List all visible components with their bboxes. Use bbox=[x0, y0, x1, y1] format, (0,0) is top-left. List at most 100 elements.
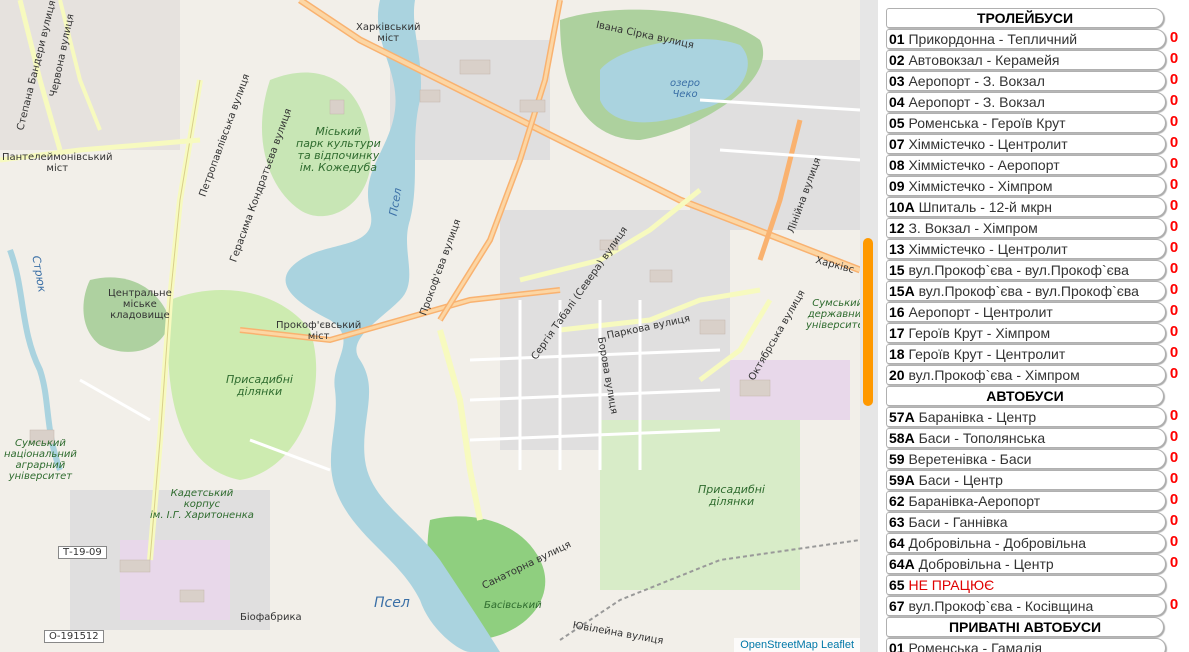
route-item[interactable]: 15 вул.Прокоф`єва - вул.Прокоф`єва bbox=[886, 260, 1166, 280]
vehicle-count: 0 bbox=[1169, 512, 1179, 529]
route-description: Добровільна - Центр bbox=[918, 556, 1054, 572]
route-number: 64 bbox=[889, 535, 905, 551]
route-number: 59 bbox=[889, 451, 905, 467]
route-description: Веретенівка - Баси bbox=[908, 451, 1032, 467]
route-item[interactable]: 09 Хіммістечко - Хімпром bbox=[886, 176, 1166, 196]
route-item[interactable]: 59А Баси - Центр bbox=[886, 470, 1166, 490]
route-item[interactable]: 13 Хіммістечко - Центролит bbox=[886, 239, 1166, 259]
map-label-ozero-cheko: озеро Чеко bbox=[670, 78, 701, 100]
route-description: Аеропорт - З. Вокзал bbox=[908, 94, 1045, 110]
route-description: вул.Прокоф`єва - вул.Прокоф`єва bbox=[908, 262, 1129, 278]
route-description: Аеропорт - З. Вокзал bbox=[908, 73, 1045, 89]
route-item[interactable]: 57А Баранівка - Центр bbox=[886, 407, 1166, 427]
route-item[interactable]: 12 З. Вокзал - Хімпром bbox=[886, 218, 1166, 238]
map-label-o191512: О-191512 bbox=[44, 630, 104, 643]
vehicle-count: 0 bbox=[1169, 281, 1179, 298]
route-description: Прикордонна - Тепличний bbox=[908, 31, 1078, 47]
route-number: 01 bbox=[889, 31, 905, 47]
map-label-park: Міський парк культури та відпочинку ім. … bbox=[296, 125, 381, 175]
route-description: Героїв Крут - Хімпром bbox=[908, 325, 1051, 341]
route-number: 10А bbox=[889, 199, 915, 215]
route-item[interactable]: 20 вул.Прокоф`єва - Хімпром bbox=[886, 365, 1166, 385]
vehicle-count: 0 bbox=[1169, 218, 1179, 235]
map-label-basivskyi: Басівський bbox=[484, 600, 542, 611]
map-label-biofabryka: Біофабрика bbox=[240, 612, 302, 623]
route-description: Баси - Ганнівка bbox=[908, 514, 1008, 530]
leaflet-link[interactable]: Leaflet bbox=[821, 639, 854, 651]
route-description: З. Вокзал - Хімпром bbox=[908, 220, 1038, 236]
vehicle-count: 0 bbox=[1169, 71, 1179, 88]
route-number: 15А bbox=[889, 283, 915, 299]
route-number: 59А bbox=[889, 472, 915, 488]
map-tiles bbox=[0, 0, 860, 652]
route-number: 13 bbox=[889, 241, 905, 257]
route-item[interactable]: 62 Баранівка-Аеропорт bbox=[886, 491, 1166, 511]
route-item[interactable]: 58А Баси - Тополянська bbox=[886, 428, 1166, 448]
vehicle-count: 0 bbox=[1169, 554, 1179, 571]
route-item[interactable]: 02 Автовокзал - Керамейя bbox=[886, 50, 1166, 70]
route-item[interactable]: 05 Роменська - Героїв Крут bbox=[886, 113, 1166, 133]
route-description: Баранівка-Аеропорт bbox=[908, 493, 1041, 509]
vehicle-count: 0 bbox=[1169, 407, 1179, 424]
route-item[interactable]: 08 Хіммістечко - Аеропорт bbox=[886, 155, 1166, 175]
route-item[interactable]: 65 НЕ ПРАЦЮЄ bbox=[886, 575, 1166, 595]
route-item[interactable]: 07 Хіммістечко - Центролит bbox=[886, 134, 1166, 154]
map-label-prysadybni-1: Присадибні ділянки bbox=[226, 373, 293, 399]
route-number: 01 bbox=[889, 640, 905, 652]
route-description: Хіммістечко - Центролит bbox=[908, 241, 1068, 257]
section-header: ТРОЛЕЙБУСИ bbox=[886, 8, 1164, 28]
route-description: вул.Прокоф`єва - Косівщина bbox=[908, 598, 1094, 614]
vehicle-count: 0 bbox=[1169, 470, 1179, 487]
map-label-prysadybni-2: Присадибні ділянки bbox=[698, 483, 765, 509]
route-item[interactable]: 64А Добровільна - Центр bbox=[886, 554, 1166, 574]
map-label-kharkivskyi-mist: Харківський міст bbox=[356, 22, 421, 44]
vehicle-count: 0 bbox=[1169, 155, 1179, 172]
route-item[interactable]: 01 Прикордонна - Тепличний bbox=[886, 29, 1166, 49]
route-item[interactable]: 01 Роменська - Гамалія bbox=[886, 638, 1166, 652]
route-description: Добровільна - Добровільна bbox=[908, 535, 1086, 551]
map-view[interactable]: Харківський міст Івана Сірка вулиця озер… bbox=[0, 0, 860, 652]
route-number: 12 bbox=[889, 220, 905, 236]
section-header: АВТОБУСИ bbox=[886, 386, 1164, 406]
route-item[interactable]: 15А вул.Прокоф`єва - вул.Прокоф`єва bbox=[886, 281, 1166, 301]
route-description: Шпиталь - 12-й мкрн bbox=[918, 199, 1052, 215]
vehicle-count bbox=[1168, 575, 1180, 593]
route-description: Роменська - Гамалія bbox=[908, 640, 1042, 652]
route-number: 02 bbox=[889, 52, 905, 68]
vehicle-count bbox=[1168, 638, 1180, 652]
route-number: 62 bbox=[889, 493, 905, 509]
route-description: вул.Прокоф`єва - вул.Прокоф`єва bbox=[918, 283, 1139, 299]
route-description: Хіммістечко - Центролит bbox=[908, 136, 1068, 152]
route-item[interactable]: 17 Героїв Крут - Хімпром bbox=[886, 323, 1166, 343]
route-item[interactable]: 63 Баси - Ганнівка bbox=[886, 512, 1166, 532]
route-item[interactable]: 03 Аеропорт - З. Вокзал bbox=[886, 71, 1166, 91]
route-item[interactable]: 64 Добровільна - Добровільна bbox=[886, 533, 1166, 553]
panel-scrollbar-track[interactable] bbox=[860, 0, 878, 652]
route-number: 16 bbox=[889, 304, 905, 320]
route-description: Баси - Тополянська bbox=[918, 430, 1046, 446]
vehicle-count: 0 bbox=[1169, 596, 1179, 613]
route-item[interactable]: 16 Аеропорт - Центролит bbox=[886, 302, 1166, 322]
map-label-agrarnyi-universytet: Сумський національний аграрний університ… bbox=[4, 438, 77, 482]
route-number: 09 bbox=[889, 178, 905, 194]
route-item[interactable]: 59 Веретенівка - Баси bbox=[886, 449, 1166, 469]
route-number: 67 bbox=[889, 598, 905, 614]
route-number: 18 bbox=[889, 346, 905, 362]
osm-link[interactable]: OpenStreetMap bbox=[740, 639, 818, 651]
route-number: 03 bbox=[889, 73, 905, 89]
vehicle-count: 0 bbox=[1169, 134, 1179, 151]
panel-scrollbar-thumb[interactable] bbox=[863, 238, 873, 406]
routes-panel: ТРОЛЕЙБУСИ 01 Прикордонна - Тепличний 0 02 … bbox=[878, 0, 1189, 652]
route-description: Автовокзал - Керамейя bbox=[908, 52, 1060, 68]
route-description: Баранівка - Центр bbox=[918, 409, 1037, 425]
route-number: 15 bbox=[889, 262, 905, 278]
route-item[interactable]: 18 Героїв Крут - Центролит bbox=[886, 344, 1166, 364]
route-item[interactable]: 10А Шпиталь - 12-й мкрн bbox=[886, 197, 1166, 217]
route-description: Баси - Центр bbox=[918, 472, 1003, 488]
route-item[interactable]: 04 Аеропорт - З. Вокзал bbox=[886, 92, 1166, 112]
section-header: ПРИВАТНІ АВТОБУСИ bbox=[886, 617, 1164, 637]
route-item[interactable]: 67 вул.Прокоф`єва - Косівщина bbox=[886, 596, 1166, 616]
route-number: 57А bbox=[889, 409, 915, 425]
vehicle-count: 0 bbox=[1169, 533, 1179, 550]
vehicle-count: 0 bbox=[1169, 365, 1179, 382]
